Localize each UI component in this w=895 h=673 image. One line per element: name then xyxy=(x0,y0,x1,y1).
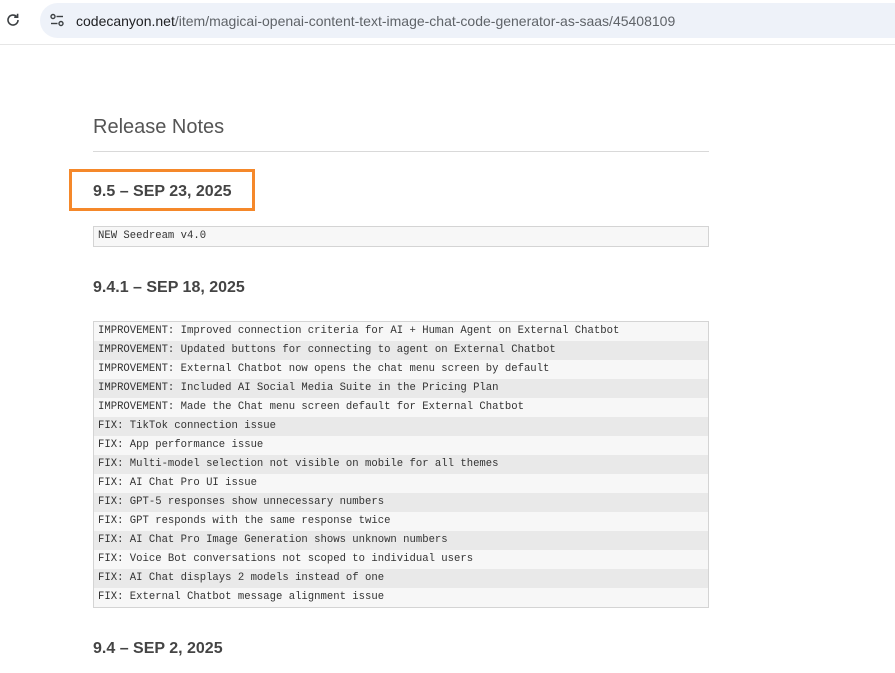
release-version-heading: 9.5 – SEP 23, 2025 xyxy=(93,183,232,200)
release-note-item: FIX: AI Chat displays 2 models instead o… xyxy=(94,569,708,588)
release-note-item: FIX: External Chatbot message alignment … xyxy=(98,591,385,603)
release-note-item: IMPROVEMENT: Made the Chat menu screen d… xyxy=(98,401,524,413)
reload-button[interactable] xyxy=(4,11,22,29)
section-title: Release Notes xyxy=(93,116,225,138)
release-note-item: IMPROVEMENT: Improved connection criteri… xyxy=(98,325,620,337)
release-note-item: IMPROVEMENT: External Chatbot now opens … xyxy=(98,363,550,375)
browser-toolbar: codecanyon.net/item/magicai-openai-conte… xyxy=(0,0,895,45)
url-domain: codecanyon.net xyxy=(76,13,175,29)
url-text[interactable]: codecanyon.net/item/magicai-openai-conte… xyxy=(76,13,675,29)
site-info-icon xyxy=(50,13,64,27)
section-divider xyxy=(93,151,709,152)
release-version-heading: 9.4 – SEP 2, 2025 xyxy=(93,640,223,657)
release-version-heading: 9.4.1 – SEP 18, 2025 xyxy=(93,279,245,296)
release-note-item: FIX: App performance issue xyxy=(98,439,264,451)
release-note-item: IMPROVEMENT: Included AI Social Media Su… xyxy=(94,379,708,398)
release-notes-block: IMPROVEMENT: Improved connection criteri… xyxy=(93,321,709,608)
release-notes-block: NEW Seedream v4.0 xyxy=(93,226,709,247)
release-note-item: IMPROVEMENT: Updated buttons for connect… xyxy=(94,341,708,360)
release-note-item: NEW Seedream v4.0 xyxy=(98,230,207,242)
release-note-item: FIX: GPT responds with the same response… xyxy=(98,515,391,527)
release-note-item: FIX: AI Chat Pro Image Generation shows … xyxy=(94,531,708,550)
reload-icon xyxy=(7,13,19,26)
release-note-item: FIX: TikTok connection issue xyxy=(94,417,708,436)
release-note-item: FIX: Multi-model selection not visible o… xyxy=(94,455,708,474)
release-note-item: FIX: Voice Bot conversations not scoped … xyxy=(98,553,474,565)
address-bar[interactable]: codecanyon.net/item/magicai-openai-conte… xyxy=(40,3,895,38)
release-note-item: FIX: AI Chat Pro UI issue xyxy=(98,477,257,489)
url-path: /item/magicai-openai-content-text-image-… xyxy=(174,13,676,29)
release-note-item: FIX: GPT-5 responses show unnecessary nu… xyxy=(94,493,708,512)
site-info-button[interactable] xyxy=(49,12,65,28)
